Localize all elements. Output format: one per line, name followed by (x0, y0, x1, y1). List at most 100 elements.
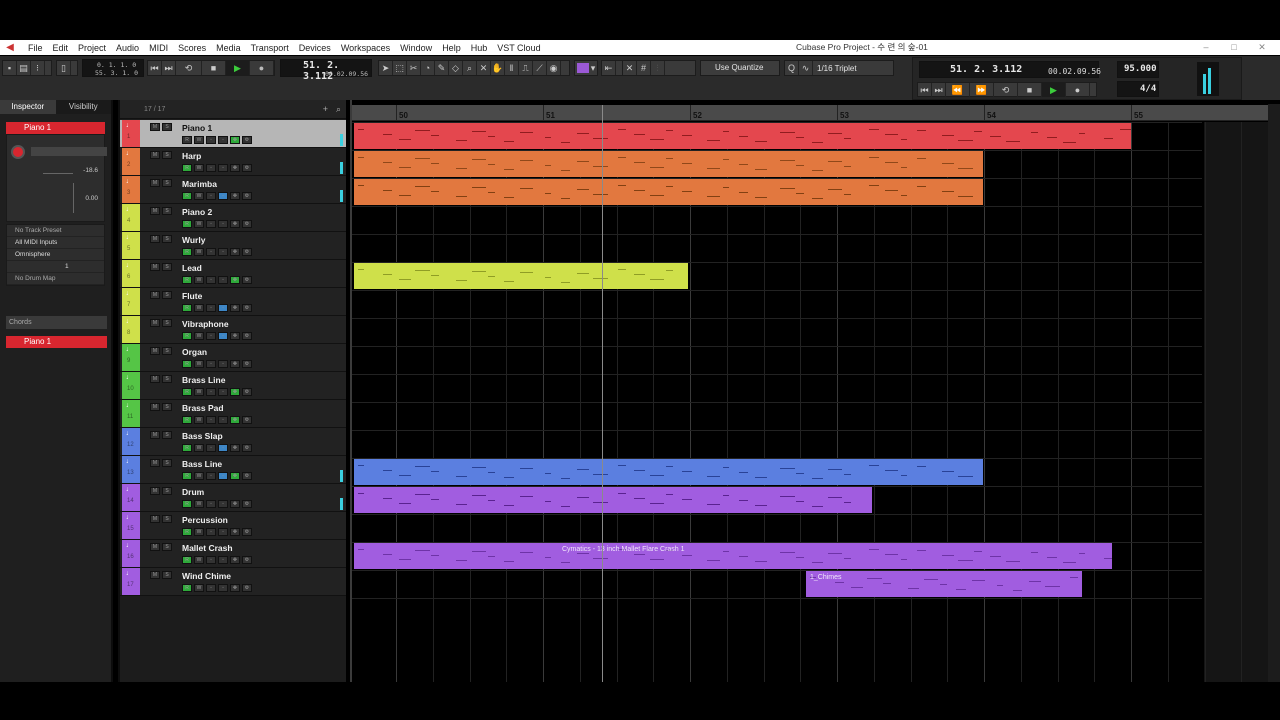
mute-button[interactable]: M (150, 543, 160, 551)
track-row[interactable]: ♩ 13 M S Bass Line R W ◦ ◦ ✥ ⚙ (120, 456, 346, 484)
close-icon[interactable]: ✕ (1250, 40, 1274, 55)
search-icon[interactable]: ⌕ (336, 100, 341, 119)
solo-button[interactable]: S (162, 263, 172, 271)
track-name[interactable]: Bass Line (182, 459, 222, 469)
time-signature[interactable]: 4/4 (1140, 84, 1156, 94)
track-row[interactable]: ♩ 6 M S Lead R W ◦ ◦ ✥ ⚙ (120, 260, 346, 288)
track-row[interactable]: ♩ 9 M S Organ R W ◦ ◦ ✥ ⚙ (120, 344, 346, 372)
write-automation-button[interactable]: W (194, 444, 204, 452)
track-color-strip[interactable]: ♩ 15 (122, 512, 140, 539)
edit-instrument-button[interactable]: ✥ (230, 388, 240, 396)
instrument-output[interactable]: Omnisphere (7, 249, 104, 261)
monitor-off-button[interactable]: ◦ (206, 332, 216, 340)
channel-settings-button[interactable]: ⚙ (242, 360, 252, 368)
midi-part-lead[interactable] (354, 263, 688, 289)
monitor-off-button[interactable]: ◦ (206, 388, 216, 396)
track-name[interactable]: Organ (182, 347, 207, 357)
track-row[interactable]: ♩ 4 M S Piano 2 R W ◦ ◦ ✥ ⚙ (120, 204, 346, 232)
write-automation-button[interactable]: W (194, 360, 204, 368)
track-row[interactable]: ♩ 8 M S Vibraphone R W ◦ ◦ ✥ ⚙ (120, 316, 346, 344)
minimize-icon[interactable]: – (1194, 40, 1218, 55)
solo-button[interactable]: S (162, 151, 172, 159)
mute-button[interactable]: M (150, 123, 160, 131)
monitor-off-button[interactable]: ◦ (206, 276, 216, 284)
track-row[interactable]: ♩ 12 M S Bass Slap R W ◦ ◦ ✥ ⚙ (120, 428, 346, 456)
edit-instrument-button[interactable]: ✥ (230, 304, 240, 312)
edit-instrument-button[interactable]: ✥ (230, 584, 240, 592)
mute-button[interactable]: M (150, 235, 160, 243)
monitor-button[interactable]: ◦ (218, 500, 228, 508)
write-automation-button[interactable]: W (194, 192, 204, 200)
read-automation-button[interactable]: R (182, 192, 192, 200)
monitor-button[interactable]: ◦ (218, 528, 228, 536)
transport-end-icon[interactable]: ⏭ (932, 82, 946, 97)
menu-help[interactable]: Help (437, 43, 466, 53)
maximize-icon[interactable]: □ (1222, 40, 1246, 55)
monitor-button[interactable]: ◦ (218, 388, 228, 396)
write-automation-button[interactable]: W (194, 276, 204, 284)
mixer-icon[interactable]: ⁝ (31, 61, 45, 75)
mute-button[interactable]: M (150, 515, 160, 523)
menu-midi[interactable]: MIDI (144, 43, 173, 53)
monitor-off-button[interactable]: ◦ (206, 472, 216, 480)
add-track-icon[interactable]: + (323, 100, 328, 119)
track-color-strip[interactable]: ♩ 13 (122, 456, 140, 483)
cubase-logo-icon[interactable]: ◀ (3, 42, 17, 54)
monitor-button[interactable]: ◦ (218, 444, 228, 452)
solo-button[interactable]: S (162, 375, 172, 383)
inspector-track-header[interactable]: Piano 1 (6, 122, 105, 134)
quantize-mode-select[interactable]: Use Quantize (700, 60, 780, 76)
track-color-strip[interactable]: ♩ 3 (122, 176, 140, 203)
midi-part-marimba[interactable] (354, 179, 983, 205)
mute-button[interactable]: M (150, 347, 160, 355)
monitor-off-button[interactable]: ◦ (206, 528, 216, 536)
edit-instrument-button[interactable]: ✥ (230, 472, 240, 480)
comp-icon[interactable]: ‖ (505, 61, 519, 75)
transport-record-icon[interactable]: ● (1066, 82, 1090, 97)
inspector-bottom-track[interactable]: Piano 1 (6, 336, 107, 348)
menu-transport[interactable]: Transport (246, 43, 294, 53)
edit-instrument-button[interactable]: ✥ (230, 500, 240, 508)
tab-visibility[interactable]: Visibility (56, 100, 112, 114)
menu-file[interactable]: File (23, 43, 48, 53)
track-row[interactable]: ♩ 14 M S Drum R W ◦ ◦ ✥ ⚙ (120, 484, 346, 512)
right-locator[interactable]: 55. 3. 1. 0 (95, 69, 138, 77)
menu-hub[interactable]: Hub (466, 43, 493, 53)
go-to-end-icon[interactable]: ⏭ (162, 61, 176, 75)
midi-part-bass-line[interactable] (354, 459, 983, 485)
track-name[interactable]: Bass Slap (182, 431, 223, 441)
monitor-off-button[interactable]: ◦ (206, 584, 216, 592)
mute-button[interactable]: M (150, 459, 160, 467)
main-time[interactable]: 00.02.09.56 (325, 70, 368, 78)
write-automation-button[interactable]: W (194, 136, 204, 144)
transport-cycle-icon[interactable]: ⟲ (994, 82, 1018, 97)
track-color-strip[interactable]: ♩ 5 (122, 232, 140, 259)
left-locator[interactable]: 0. 1. 1. 0 (97, 61, 136, 69)
write-automation-button[interactable]: W (194, 164, 204, 172)
record-enable-icon[interactable] (11, 145, 25, 159)
menu-edit[interactable]: Edit (48, 43, 74, 53)
solo-button[interactable]: S (162, 319, 172, 327)
monitor-button[interactable]: ◦ (218, 276, 228, 284)
menu-vst-cloud[interactable]: VST Cloud (492, 43, 545, 53)
quantize-value[interactable]: 1/16 Triplet (813, 64, 857, 73)
monitor-button[interactable]: ◦ (218, 164, 228, 172)
edit-instrument-button[interactable]: ✥ (230, 192, 240, 200)
track-color-strip[interactable]: ♩ 6 (122, 260, 140, 287)
channel-settings-button[interactable]: ⚙ (242, 416, 252, 424)
write-automation-button[interactable]: W (194, 472, 204, 480)
solo-button[interactable]: S (162, 487, 172, 495)
track-color-strip[interactable]: ♩ 10 (122, 372, 140, 399)
mute-button[interactable]: M (150, 151, 160, 159)
mute-button[interactable]: M (150, 263, 160, 271)
monitor-off-button[interactable]: ◦ (206, 136, 216, 144)
solo-button[interactable]: S (162, 403, 172, 411)
time-warp-icon[interactable]: ⎍ (519, 61, 533, 75)
inspector-toggle-icon[interactable]: ▪ (3, 61, 17, 75)
track-color-strip[interactable]: ♩ 17 (122, 568, 140, 595)
track-name[interactable]: Percussion (182, 515, 228, 525)
monitor-button[interactable]: ◦ (218, 360, 228, 368)
iterative-icon[interactable]: ∿ (799, 61, 813, 75)
track-row[interactable]: ♩ 11 M S Brass Pad R W ◦ ◦ ✥ ⚙ (120, 400, 346, 428)
menu-window[interactable]: Window (395, 43, 437, 53)
